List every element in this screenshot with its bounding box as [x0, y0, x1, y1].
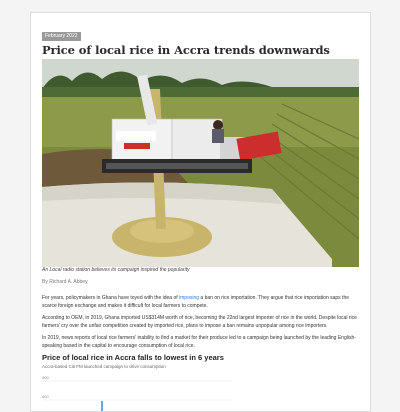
article-card: February 2022 Price of local rice in Acc… [30, 12, 371, 412]
photo-caption: An Local radio station believes its camp… [42, 267, 190, 273]
y-tick-label: 400 [42, 375, 49, 380]
chart-subtitle: Accra-based Citi FM launched campaign to… [42, 364, 166, 369]
paragraph-2: According to OEM, in 2019, Ghana importe… [42, 315, 357, 329]
article-photo [42, 59, 359, 267]
byline: By Richard A. Abbey [42, 279, 88, 285]
harvester-photo [42, 59, 359, 267]
date-badge: February 2022 [42, 32, 81, 41]
price-chart: 400 400 [42, 375, 232, 411]
paragraph-3: In 2019, news reports of local rice farm… [42, 335, 356, 349]
imposing-link[interactable]: imposing [179, 295, 199, 301]
article-title: Price of local rice in Accra trends down… [42, 43, 330, 57]
y-tick-label: 400 [42, 394, 49, 399]
chart-title: Price of local rice in Accra falls to lo… [42, 353, 224, 362]
paragraph-1: For years, policymakers in Ghana have to… [42, 295, 350, 309]
